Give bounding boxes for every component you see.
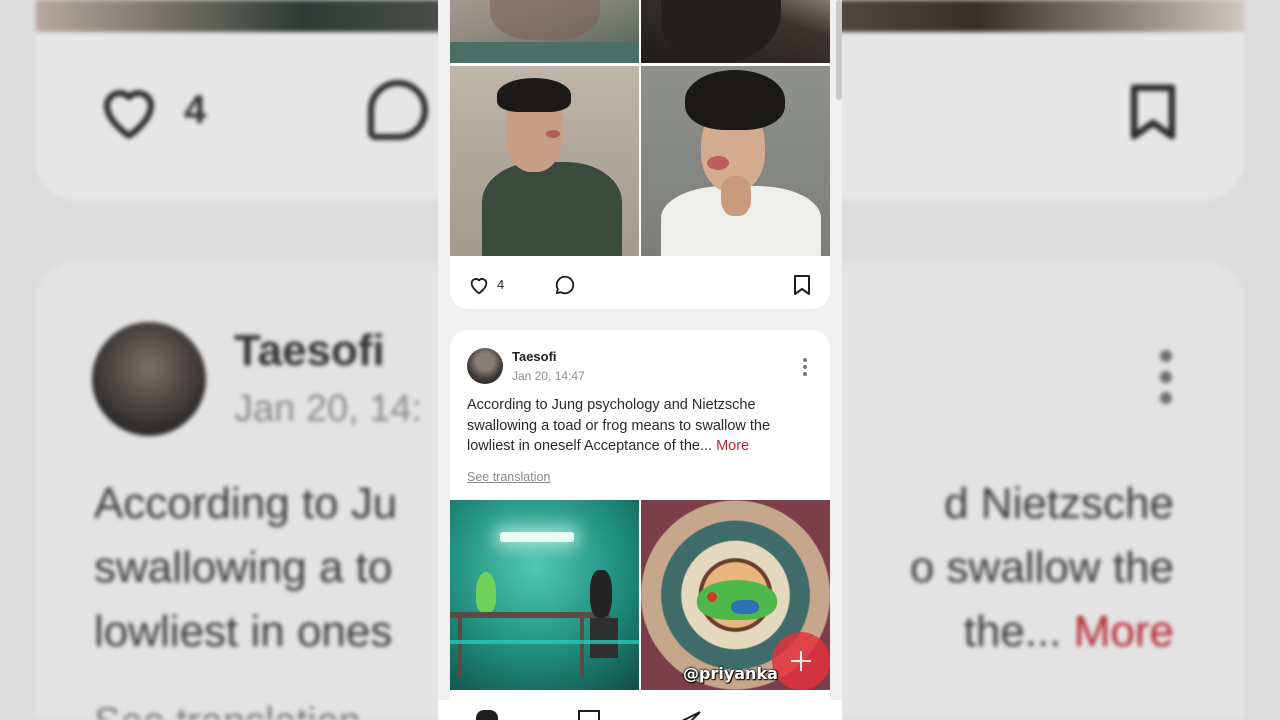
bg-text-line3: lowliest in ones: [94, 607, 393, 656]
more-link[interactable]: More: [716, 438, 749, 454]
post-card-previous: 4: [450, 0, 830, 309]
bg-bookmark-icon: [1130, 84, 1176, 140]
nav-send-icon[interactable]: [678, 710, 702, 720]
watermark-text: @priyanka: [683, 664, 778, 683]
post-date: Jan 20, 14:47: [512, 369, 585, 383]
bg-heart-icon: [103, 90, 155, 139]
bg-text-line1: According to Ju: [94, 479, 398, 528]
bg-avatar: [92, 322, 206, 436]
post-text: According to Jung psychology and Nietzsc…: [467, 395, 817, 457]
post-image-2[interactable]: [641, 0, 830, 63]
bg-more-link: More: [1073, 607, 1174, 656]
bg-text-line3-right: the...: [963, 607, 1062, 656]
bookmark-icon[interactable]: [792, 274, 812, 296]
see-translation-link[interactable]: See translation: [467, 470, 550, 484]
avatar[interactable]: [467, 348, 503, 384]
nav-grid-icon[interactable]: [578, 710, 602, 720]
post-actions: 4: [450, 260, 830, 309]
author-name[interactable]: Taesofi: [512, 349, 557, 364]
bg-post-date: Jan 20, 14:: [234, 388, 423, 430]
comment-bubble-icon[interactable]: [554, 274, 576, 296]
bg-comment-icon: [368, 80, 428, 140]
bg-author-name: Taesofi: [234, 326, 385, 375]
post-image-4[interactable]: [641, 66, 830, 256]
bg-text-line1-right: d Nietzsche: [944, 479, 1174, 528]
post-image-1[interactable]: [450, 0, 639, 63]
nav-more-icon[interactable]: [778, 710, 802, 720]
bg-like-count: 4: [184, 88, 207, 132]
scrollbar[interactable]: [836, 0, 842, 100]
heart-icon[interactable]: [468, 274, 490, 296]
post-image-3[interactable]: [450, 66, 639, 256]
compose-plus-button[interactable]: [772, 632, 830, 690]
bg-see-translation: See translation: [94, 700, 361, 720]
bg-more-vertical-icon: [1160, 350, 1180, 413]
post-image-1[interactable]: [450, 500, 639, 690]
like-count: 4: [497, 277, 505, 292]
image-grid: [450, 0, 830, 256]
more-vertical-icon[interactable]: [803, 358, 809, 379]
bg-text-line2: swallowing a to: [94, 543, 393, 592]
phone-screen: 4 Taesofi Jan 20, 14:47 According to Jun…: [438, 0, 842, 720]
nav-home-icon[interactable]: [476, 710, 500, 720]
bg-text-line2-right: o swallow the: [909, 543, 1174, 592]
bottom-nav: [438, 700, 842, 720]
